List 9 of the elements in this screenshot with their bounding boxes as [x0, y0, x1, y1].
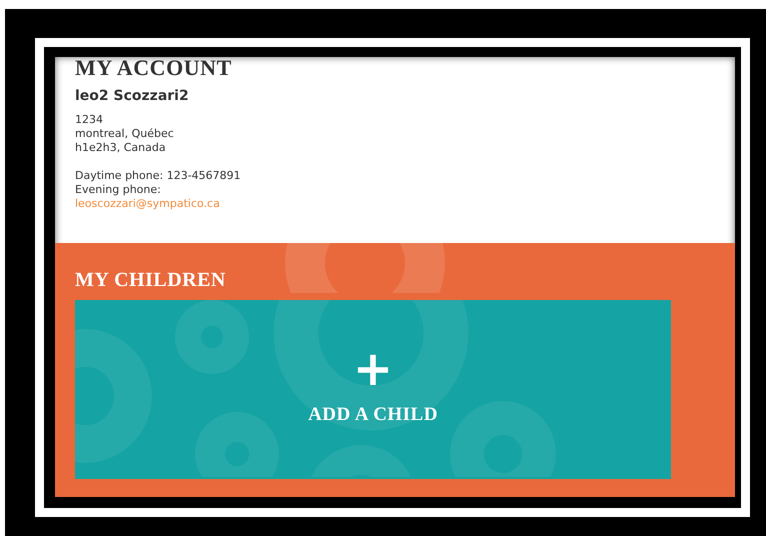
- address-text: 1234 montreal, Québec h1e2h3, Canada: [75, 113, 175, 155]
- email-link[interactable]: leoscozzari@sympatico.ca: [75, 197, 220, 211]
- account-heading: MY ACCOUNT: [75, 57, 233, 79]
- phone-text: Daytime phone: 123-4567891 Evening phone:: [75, 169, 242, 197]
- plus-icon: +: [352, 349, 394, 390]
- children-heading: MY CHILDREN: [75, 269, 227, 291]
- add-child-label: ADD A CHILD: [308, 403, 438, 428]
- account-name: leo2 Scozzari2: [75, 87, 190, 105]
- add-child-button[interactable]: + ADD A CHILD: [75, 300, 671, 479]
